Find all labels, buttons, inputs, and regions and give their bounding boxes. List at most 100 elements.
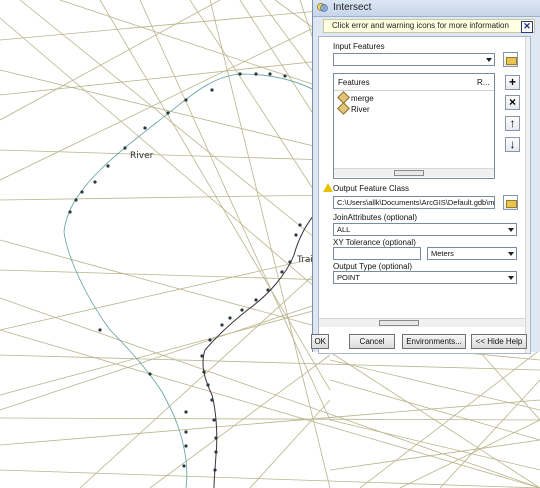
features-column-header: Features	[338, 78, 370, 87]
browse-output-button[interactable]	[503, 195, 518, 210]
input-features-combo[interactable]	[333, 53, 495, 66]
feature-line	[0, 354, 540, 371]
environments-button[interactable]: Environments...	[402, 334, 466, 349]
intersection-point	[143, 126, 147, 130]
remove-button[interactable]: ×	[505, 95, 520, 110]
intersection-point	[98, 328, 102, 332]
feature-line	[359, 349, 540, 488]
scroll-thumb[interactable]	[379, 320, 419, 326]
feature-line	[0, 417, 540, 421]
output-type-label: Output Type (optional)	[333, 262, 413, 271]
intersection-point	[240, 308, 244, 312]
intersection-point	[184, 98, 188, 102]
intersection-point	[184, 410, 188, 414]
intersection-point	[228, 316, 232, 320]
feature-class-icon	[337, 102, 350, 115]
feature-line	[0, 254, 331, 331]
output-feature-class-field[interactable]: C:\Users\allk\Documents\ArcGIS\Default.g…	[333, 196, 495, 209]
add-button[interactable]: +	[505, 75, 520, 90]
folder-icon	[506, 200, 517, 208]
dialog-title: Intersect	[333, 2, 372, 13]
ok-button[interactable]: OK	[311, 334, 329, 349]
list-item[interactable]: merge	[337, 91, 374, 104]
message-bar[interactable]: Click error and warning icons for more i…	[323, 19, 535, 33]
feature-line	[249, 399, 331, 488]
intersection-point	[80, 190, 84, 194]
intersection-point	[166, 111, 170, 115]
scroll-thumb[interactable]	[394, 170, 424, 176]
feature-line	[99, 0, 331, 391]
output-type-select[interactable]: POINT	[333, 271, 517, 284]
feature-line	[0, 399, 540, 446]
intersection-point	[214, 436, 218, 440]
intersection-point	[268, 72, 272, 76]
intersection-point	[200, 354, 204, 358]
cancel-button[interactable]: Cancel	[349, 334, 395, 349]
output-feature-class-label: Output Feature Class	[333, 184, 410, 193]
intersection-point	[210, 398, 214, 402]
intersection-point	[288, 260, 292, 264]
feature-line	[329, 419, 540, 471]
intersection-point	[106, 164, 110, 168]
intersection-point	[254, 298, 258, 302]
feature-line	[149, 354, 331, 488]
intersection-point	[93, 180, 97, 184]
intersection-point	[123, 146, 127, 150]
intersection-point	[202, 370, 206, 374]
intersect-dialog: Intersect Click error and warning icons …	[311, 0, 540, 354]
input-features-list[interactable]: Features R... merge River	[333, 73, 495, 179]
feature-line	[399, 419, 540, 488]
chevron-down-icon	[508, 252, 514, 256]
warning-icon[interactable]	[323, 183, 333, 192]
feature-line	[0, 469, 540, 488]
message-text: Click error and warning icons for more i…	[332, 21, 509, 30]
rank-column-header: R...	[477, 78, 490, 87]
intersection-point	[254, 72, 258, 76]
feature-line	[0, 19, 331, 181]
intersection-point	[74, 198, 78, 202]
xy-tolerance-unit-select[interactable]: Meters	[427, 247, 517, 260]
join-attributes-label: JoinAttributes (optional)	[333, 213, 418, 222]
xy-tolerance-input[interactable]	[333, 247, 421, 260]
list-item[interactable]: River	[337, 102, 370, 115]
panel-horizontal-scrollbar[interactable]	[319, 318, 525, 327]
hide-help-button[interactable]: << Hide Help	[471, 334, 527, 349]
feature-line	[439, 379, 540, 488]
feature-line	[329, 359, 540, 411]
close-icon[interactable]: ✕	[521, 21, 533, 33]
feature-line	[0, 299, 331, 411]
intersection-point	[220, 323, 224, 327]
xy-tolerance-label: XY Tolerance (optional)	[333, 238, 416, 247]
intersection-points	[68, 72, 302, 472]
move-up-button[interactable]: ↑	[505, 116, 520, 131]
intersection-point	[298, 223, 302, 227]
tool-icon	[317, 3, 328, 12]
intersection-point	[68, 210, 72, 214]
title-bar: Intersect	[313, 0, 540, 17]
join-attributes-select[interactable]: ALL	[333, 223, 517, 236]
intersection-point	[184, 444, 188, 448]
panel-vertical-scrollbar[interactable]	[525, 37, 530, 353]
feature-line	[329, 439, 540, 471]
browse-input-button[interactable]	[503, 52, 518, 67]
trail-line	[202, 209, 319, 488]
list-header: Features R...	[334, 74, 494, 91]
list-horizontal-scrollbar[interactable]	[334, 168, 494, 177]
chevron-down-icon	[508, 228, 514, 232]
intersection-point	[266, 288, 270, 292]
chevron-down-icon	[508, 276, 514, 280]
intersection-point	[206, 383, 210, 387]
intersection-point	[213, 468, 217, 472]
intersection-point	[210, 88, 214, 92]
intersection-point	[208, 338, 212, 342]
chevron-down-icon	[486, 58, 492, 62]
feature-line	[0, 9, 331, 41]
move-down-button[interactable]: ↓	[505, 137, 520, 152]
folder-icon	[506, 57, 517, 65]
feature-line	[0, 194, 331, 201]
input-features-label: Input Features	[333, 42, 385, 51]
feature-line	[479, 351, 540, 421]
intersection-point	[294, 233, 298, 237]
intersection-point	[212, 418, 216, 422]
river-label: River	[130, 151, 154, 161]
